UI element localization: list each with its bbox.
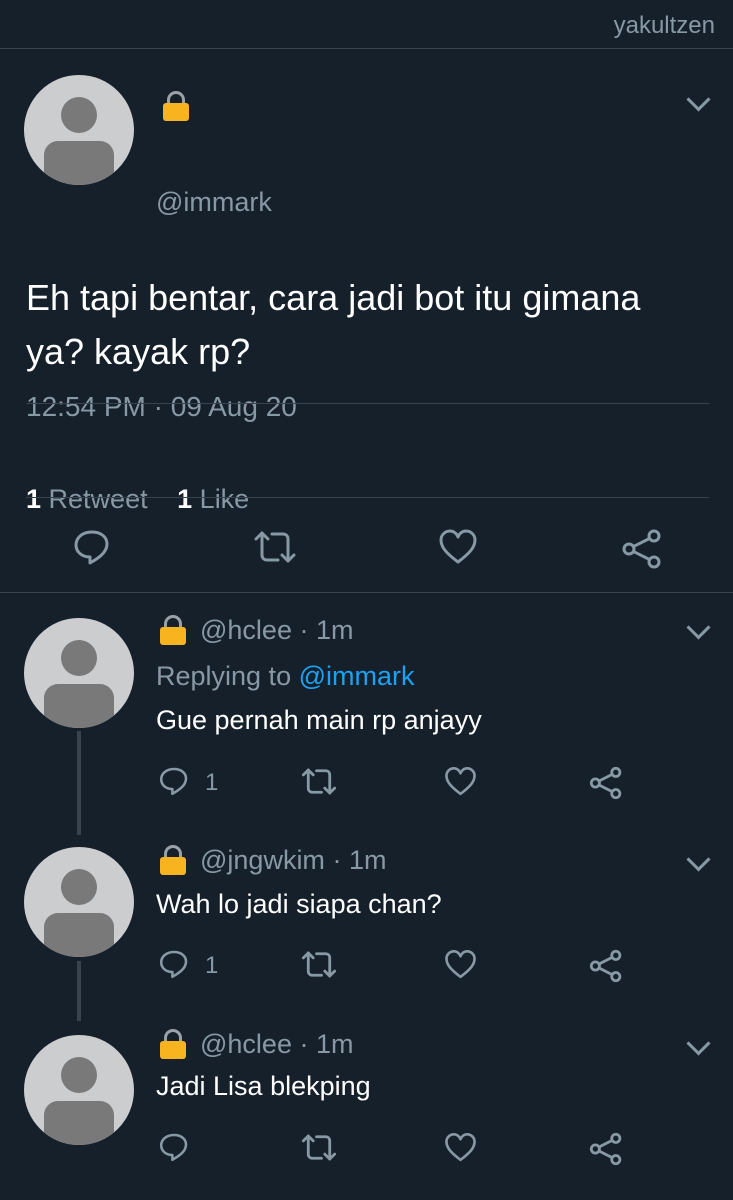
thread-line [77,961,81,1021]
tweet-text: Eh tapi bentar, cara jadi bot itu gimana… [26,277,641,372]
reply-count: 1 [205,952,219,979]
reply-tweet[interactable]: @hclee · 1m Jadi Lisa blekping [0,1021,733,1200]
retweet-stat[interactable]: 1 Retweet [26,484,148,514]
reply-text: Gue pernah main rp anjayy [156,705,482,735]
top-bar: yakultzen [0,0,733,49]
reply-tweet[interactable]: @jngwkim · 1m Wah lo jadi siapa chan? 1 [0,833,733,1021]
reply-icon[interactable] [158,765,190,797]
avatar[interactable] [24,847,134,957]
chevron-down-icon[interactable] [686,847,711,872]
reply-header: @jngwkim · 1m [200,845,386,876]
reply-header: @hclee · 1m [200,615,353,646]
share-icon[interactable] [588,765,624,801]
main-tweet: @immark Eh tapi bentar, cara jadi bot it… [0,49,733,593]
replying-to: Replying to @immark [156,661,415,691]
like-stat[interactable]: 1 Like [177,484,249,514]
lock-icon [160,615,186,645]
retweet-icon[interactable] [300,948,338,981]
reply-count: 1 [205,769,219,796]
tweet-timestamp[interactable]: 12:54 PM · 09 Aug 20 [26,391,297,423]
share-icon[interactable] [588,1131,624,1167]
avatar[interactable] [24,1035,134,1145]
retweet-icon[interactable] [300,1131,338,1164]
chevron-down-icon[interactable] [686,1031,711,1056]
chevron-down-icon[interactable] [686,615,711,640]
lock-icon [163,91,189,121]
chevron-down-icon[interactable] [686,87,711,112]
avatar[interactable] [24,618,134,728]
avatar[interactable] [24,75,134,185]
divider [26,403,709,404]
tweet-stats: 1 Retweet 1 Like [26,484,249,515]
divider [26,497,709,498]
lock-icon [160,1029,186,1059]
like-icon[interactable] [444,1131,477,1164]
reply-tweet[interactable]: @hclee · 1m Replying to @immark Gue pern… [0,593,733,835]
lock-icon [160,845,186,875]
watermark: yakultzen [613,12,715,39]
mention-link[interactable]: @immark [299,661,415,691]
retweet-icon[interactable] [252,527,298,567]
reply-header: @hclee · 1m [200,1029,353,1060]
share-icon[interactable] [620,527,664,571]
thread-line [77,731,81,835]
reply-author-handle[interactable]: @hclee [200,1029,292,1059]
tweet-author-handle[interactable]: @immark [156,187,272,218]
reply-author-handle[interactable]: @jngwkim [200,845,325,875]
reply-text: Wah lo jadi siapa chan? [156,889,442,919]
like-icon[interactable] [444,948,477,981]
reply-time: · 1m [299,615,354,645]
like-icon[interactable] [444,765,477,798]
reply-time: · 1m [299,1029,354,1059]
like-icon[interactable] [438,527,478,567]
share-icon[interactable] [588,948,624,984]
reply-text: Jadi Lisa blekping [156,1071,371,1101]
retweet-icon[interactable] [300,765,338,798]
reply-icon[interactable] [158,948,190,980]
reply-time: · 1m [332,845,387,875]
reply-author-handle[interactable]: @hclee [200,615,292,645]
reply-icon[interactable] [158,1131,190,1163]
reply-icon[interactable] [72,527,112,567]
